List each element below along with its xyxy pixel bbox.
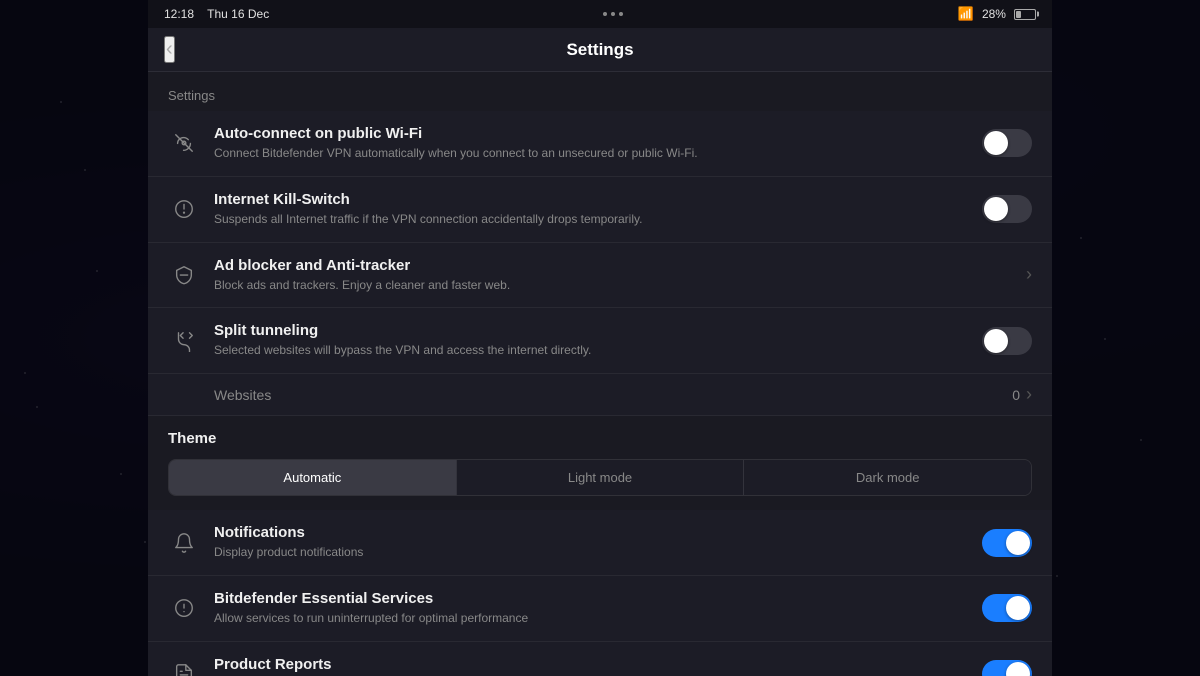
essential-services-control[interactable] — [982, 594, 1032, 622]
product-reports-title: Product Reports — [214, 656, 970, 673]
product-reports-control[interactable] — [982, 660, 1032, 676]
product-reports-toggle[interactable] — [982, 660, 1032, 676]
essential-services-title: Bitdefender Essential Services — [214, 590, 970, 607]
theme-dark[interactable]: Dark mode — [743, 460, 1031, 495]
essential-services-content: Bitdefender Essential Services Allow ser… — [214, 590, 970, 627]
essential-services-subtitle: Allow services to run uninterrupted for … — [214, 610, 970, 627]
notifications-subtitle: Display product notifications — [214, 544, 970, 561]
websites-label: Websites — [214, 387, 1012, 403]
status-date: Thu 16 Dec — [207, 7, 269, 21]
split-tunneling-subtitle: Selected websites will bypass the VPN an… — [214, 342, 970, 359]
split-tunneling-content: Split tunneling Selected websites will b… — [214, 322, 970, 359]
status-bar: 12:18 Thu 16 Dec 📶 28% — [148, 0, 1052, 28]
product-reports-row: Product Reports Submit anonymous product… — [148, 642, 1052, 676]
right-panel — [1052, 0, 1200, 676]
ad-blocker-content: Ad blocker and Anti-tracker Block ads an… — [214, 257, 1014, 294]
status-right: 📶 28% — [958, 6, 1036, 22]
auto-connect-icon — [168, 127, 200, 159]
settings-section-label: Settings — [148, 72, 1052, 111]
notifications-row: Notifications Display product notificati… — [148, 510, 1052, 576]
notifications-toggle-thumb — [1006, 531, 1030, 555]
kill-switch-title: Internet Kill-Switch — [214, 191, 970, 208]
theme-light[interactable]: Light mode — [456, 460, 744, 495]
split-tunneling-toggle[interactable] — [982, 327, 1032, 355]
notifications-content: Notifications Display product notificati… — [214, 524, 970, 561]
split-tunneling-row: Split tunneling Selected websites will b… — [148, 308, 1052, 374]
split-tunneling-control[interactable] — [982, 327, 1032, 355]
essential-services-icon — [168, 592, 200, 624]
essential-services-toggle-thumb — [1006, 596, 1030, 620]
kill-switch-toggle-thumb — [984, 197, 1008, 221]
kill-switch-row: Internet Kill-Switch Suspends all Intern… — [148, 177, 1052, 243]
side-panel — [0, 0, 148, 676]
ad-blocker-row[interactable]: Ad blocker and Anti-tracker Block ads an… — [148, 243, 1052, 309]
battery-fill — [1016, 11, 1021, 18]
app-container: 12:18 Thu 16 Dec 📶 28% ‹ Settings Settin… — [148, 0, 1052, 676]
auto-connect-row: Auto-connect on public Wi-Fi Connect Bit… — [148, 111, 1052, 177]
websites-value: 0 — [1012, 387, 1020, 403]
dot-3 — [619, 12, 623, 16]
status-center-dots — [603, 12, 623, 16]
split-tunneling-icon — [168, 325, 200, 357]
product-reports-toggle-thumb — [1006, 662, 1030, 676]
ad-blocker-icon — [168, 259, 200, 291]
product-reports-content: Product Reports Submit anonymous product… — [214, 656, 970, 676]
auto-connect-toggle[interactable] — [982, 129, 1032, 157]
kill-switch-icon — [168, 193, 200, 225]
notifications-toggle[interactable] — [982, 529, 1032, 557]
split-tunneling-toggle-thumb — [984, 329, 1008, 353]
battery-percent: 28% — [982, 7, 1006, 21]
auto-connect-content: Auto-connect on public Wi-Fi Connect Bit… — [214, 125, 970, 162]
kill-switch-control[interactable] — [982, 195, 1032, 223]
notifications-icon — [168, 527, 200, 559]
ad-blocker-chevron[interactable]: › — [1026, 264, 1032, 285]
auto-connect-control[interactable] — [982, 129, 1032, 157]
settings-content: Settings Auto-connect on public Wi-Fi Co… — [148, 72, 1052, 676]
auto-connect-subtitle: Connect Bitdefender VPN automatically wh… — [214, 145, 970, 162]
wifi-icon: 📶 — [958, 6, 974, 22]
product-reports-icon — [168, 658, 200, 676]
battery-icon — [1014, 9, 1036, 20]
auto-connect-toggle-thumb — [984, 131, 1008, 155]
back-button[interactable]: ‹ — [164, 36, 175, 63]
ad-blocker-title: Ad blocker and Anti-tracker — [214, 257, 1014, 274]
kill-switch-subtitle: Suspends all Internet traffic if the VPN… — [214, 211, 970, 228]
theme-automatic[interactable]: Automatic — [169, 460, 456, 495]
kill-switch-toggle[interactable] — [982, 195, 1032, 223]
ad-blocker-subtitle: Block ads and trackers. Enjoy a cleaner … — [214, 277, 1014, 294]
websites-chevron: › — [1026, 384, 1032, 405]
essential-services-toggle[interactable] — [982, 594, 1032, 622]
notifications-title: Notifications — [214, 524, 970, 541]
split-tunneling-title: Split tunneling — [214, 322, 970, 339]
theme-section-label: Theme — [168, 430, 1032, 447]
header-title: Settings — [566, 40, 633, 60]
dot-1 — [603, 12, 607, 16]
kill-switch-content: Internet Kill-Switch Suspends all Intern… — [214, 191, 970, 228]
dot-2 — [611, 12, 615, 16]
battery-indicator — [1014, 9, 1036, 20]
theme-section: Theme Automatic Light mode Dark mode — [148, 416, 1052, 510]
essential-services-row: Bitdefender Essential Services Allow ser… — [148, 576, 1052, 642]
notifications-control[interactable] — [982, 529, 1032, 557]
theme-selector: Automatic Light mode Dark mode — [168, 459, 1032, 496]
auto-connect-title: Auto-connect on public Wi-Fi — [214, 125, 970, 142]
websites-row[interactable]: Websites 0 › — [148, 374, 1052, 416]
app-header: ‹ Settings — [148, 28, 1052, 72]
status-time-date: 12:18 Thu 16 Dec — [164, 7, 269, 21]
status-time: 12:18 — [164, 7, 194, 21]
